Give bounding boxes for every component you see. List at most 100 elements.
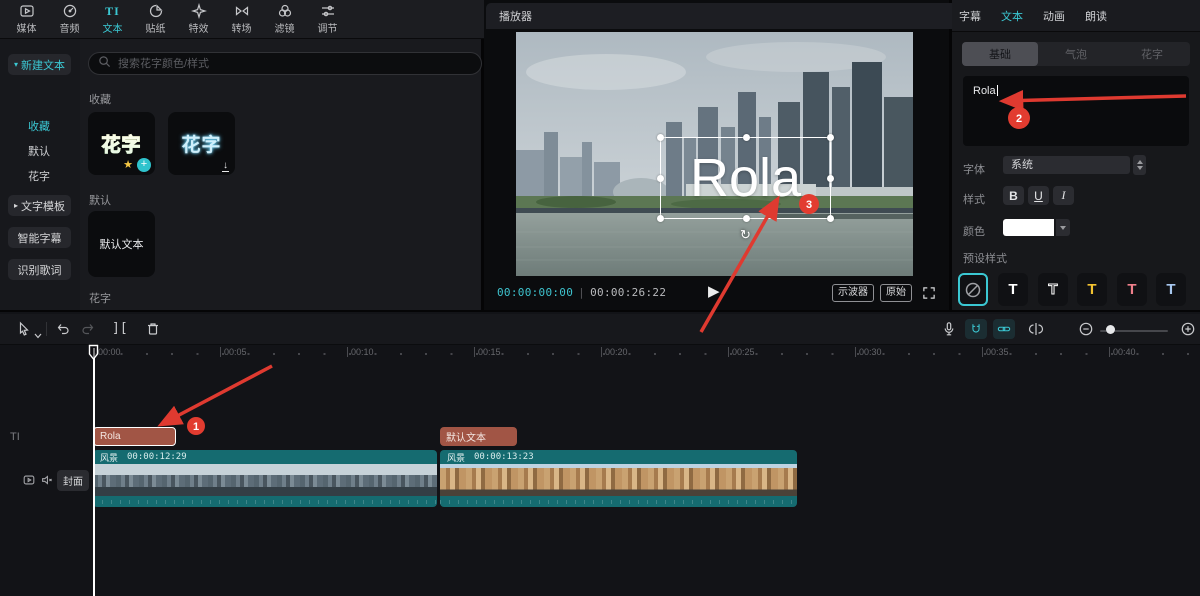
playhead-line[interactable] xyxy=(93,348,95,596)
sidebar-item-default[interactable]: 默认 xyxy=(28,143,50,159)
preview-axis-icon[interactable] xyxy=(1028,321,1044,342)
inspector-subtabs: 基础 气泡 花字 xyxy=(962,42,1190,66)
font-size-stepper[interactable] xyxy=(1133,155,1146,175)
color-swatch[interactable] xyxy=(1003,219,1054,236)
link-clips-icon[interactable] xyxy=(993,319,1015,339)
sidebar-item-new-text[interactable]: ▾ 新建文本 xyxy=(8,54,71,75)
tab-read-aloud[interactable]: 朗读 xyxy=(1085,8,1107,24)
favorites-section-title: 收藏 xyxy=(89,91,111,107)
cover-button[interactable]: 封面 xyxy=(57,470,89,491)
preset-blue[interactable]: T xyxy=(1156,273,1186,306)
tab-adjust[interactable]: 调节 xyxy=(306,2,349,36)
text-clip-rola[interactable]: Rola xyxy=(93,427,176,446)
zoom-in-icon[interactable] xyxy=(1180,321,1196,342)
preset-pink[interactable]: T xyxy=(1117,273,1147,306)
tab-effects[interactable]: 特效 xyxy=(177,2,220,36)
resize-handle-sw[interactable] xyxy=(657,215,664,222)
sidebar-item-text-template[interactable]: ▸ 文字模板 xyxy=(8,195,71,216)
original-button[interactable]: 原始 xyxy=(880,284,912,302)
preset-label: 预设样式 xyxy=(963,250,1007,266)
text-clip-default[interactable]: 默认文本 xyxy=(440,427,517,446)
sidebar-item-huazi[interactable]: 花字 xyxy=(28,168,50,184)
playhead-handle[interactable] xyxy=(88,344,99,366)
tab-media[interactable]: 媒体 xyxy=(5,2,48,36)
resize-handle-w[interactable] xyxy=(657,175,664,182)
tab-effects-label: 特效 xyxy=(189,20,209,35)
video-clip-2-thumbnails xyxy=(440,464,797,496)
stepper-down-icon[interactable] xyxy=(1137,166,1143,170)
effects-icon xyxy=(191,3,207,19)
delete-icon[interactable] xyxy=(145,321,161,342)
video-clip-1-footer xyxy=(93,496,437,507)
split-icon[interactable]: ][ xyxy=(112,321,128,337)
default-section-title: 默认 xyxy=(89,192,111,208)
text-selection-box[interactable]: Rola xyxy=(660,137,831,219)
audio-icon xyxy=(62,3,78,19)
preset-yellow[interactable]: T xyxy=(1077,273,1107,306)
magnet-snap-icon[interactable] xyxy=(965,319,987,339)
tab-text-props[interactable]: 文本 xyxy=(1001,8,1023,24)
resize-handle-se[interactable] xyxy=(827,215,834,222)
stepper-up-icon[interactable] xyxy=(1137,160,1143,164)
ruler-label: 00:40 xyxy=(1109,347,1136,357)
timeline-zoom-slider-handle[interactable] xyxy=(1106,325,1115,334)
undo-icon[interactable] xyxy=(55,321,71,342)
subtab-bubble[interactable]: 气泡 xyxy=(1038,42,1114,66)
subtab-basic[interactable]: 基础 xyxy=(962,42,1038,66)
favorite-star-icon: ★ xyxy=(123,158,133,171)
select-tool-chevron-icon[interactable] xyxy=(34,326,42,344)
default-text-tile[interactable]: 默认文本 xyxy=(88,211,155,277)
timeline-ruler[interactable]: 00:00 00:05 00:10 00:15 00:20 00:25 00:3… xyxy=(0,345,1200,362)
bold-button[interactable]: B xyxy=(1003,186,1024,205)
underline-button[interactable]: U xyxy=(1028,186,1049,205)
video-clip-name: 风景 xyxy=(100,451,118,464)
asset-panel: 媒体 音频 TI 文本 贴纸 xyxy=(0,0,481,310)
font-select[interactable]: 系统 xyxy=(1003,156,1130,174)
video-clip-2[interactable]: 风景 00:00:13:23 xyxy=(440,450,797,507)
redo-icon[interactable] xyxy=(80,321,96,342)
text-content-value: Rola xyxy=(973,85,996,97)
fullscreen-icon[interactable] xyxy=(923,286,935,304)
video-clip-1[interactable]: 风景 00:00:12:29 xyxy=(93,450,437,507)
tab-animation[interactable]: 动画 xyxy=(1043,8,1065,24)
text-content-input[interactable]: Rola xyxy=(963,76,1189,146)
tab-sticker[interactable]: 贴纸 xyxy=(134,2,177,36)
add-icon[interactable]: + xyxy=(137,158,151,172)
toolbar-divider xyxy=(46,322,47,336)
resize-handle-nw[interactable] xyxy=(657,134,664,141)
sidebar-item-lyrics[interactable]: 识别歌词 xyxy=(8,259,71,280)
color-label: 颜色 xyxy=(963,223,985,239)
huazi-style-tile-green[interactable]: 花字 ★ + xyxy=(88,112,155,175)
italic-button[interactable]: I xyxy=(1053,186,1074,205)
subtab-huazi[interactable]: 花字 xyxy=(1114,42,1190,66)
search-input[interactable] xyxy=(116,57,440,71)
record-voiceover-icon[interactable] xyxy=(941,321,957,342)
zoom-out-icon[interactable] xyxy=(1078,321,1094,342)
tab-text[interactable]: TI 文本 xyxy=(91,2,134,36)
main-track-icon[interactable] xyxy=(22,473,36,492)
resize-handle-n[interactable] xyxy=(743,134,750,141)
tab-caption[interactable]: 字幕 xyxy=(959,8,981,24)
preset-none[interactable] xyxy=(958,273,988,306)
tab-transition[interactable]: 转场 xyxy=(220,2,263,36)
sidebar-item-smart-captions[interactable]: 智能字幕 xyxy=(8,227,71,248)
scope-button[interactable]: 示波器 xyxy=(832,284,874,302)
download-icon: ↓ xyxy=(222,160,229,172)
color-dropdown-chevron[interactable] xyxy=(1056,219,1070,236)
preset-outline[interactable]: T xyxy=(1038,273,1068,306)
preset-white[interactable]: T xyxy=(998,273,1028,306)
tab-filter[interactable]: 滤镜 xyxy=(263,2,306,36)
tab-audio[interactable]: 音频 xyxy=(48,2,91,36)
resize-handle-s[interactable] xyxy=(743,215,750,222)
sidebar-item-favorites[interactable]: 收藏 xyxy=(28,118,50,134)
select-tool-icon[interactable] xyxy=(16,321,32,342)
rotate-handle-icon[interactable]: ↻ xyxy=(740,227,751,243)
resize-handle-e[interactable] xyxy=(827,175,834,182)
resize-handle-ne[interactable] xyxy=(827,134,834,141)
mute-track-icon[interactable] xyxy=(40,473,54,492)
search-bar[interactable] xyxy=(88,52,482,75)
video-preview[interactable]: Rola ↻ xyxy=(516,32,913,276)
play-button[interactable]: ▶ xyxy=(708,282,720,300)
inspector-tabs: 字幕 文本 动画 朗读 xyxy=(952,0,1200,32)
huazi-style-tile-ice[interactable]: 花字 ↓ xyxy=(168,112,235,175)
